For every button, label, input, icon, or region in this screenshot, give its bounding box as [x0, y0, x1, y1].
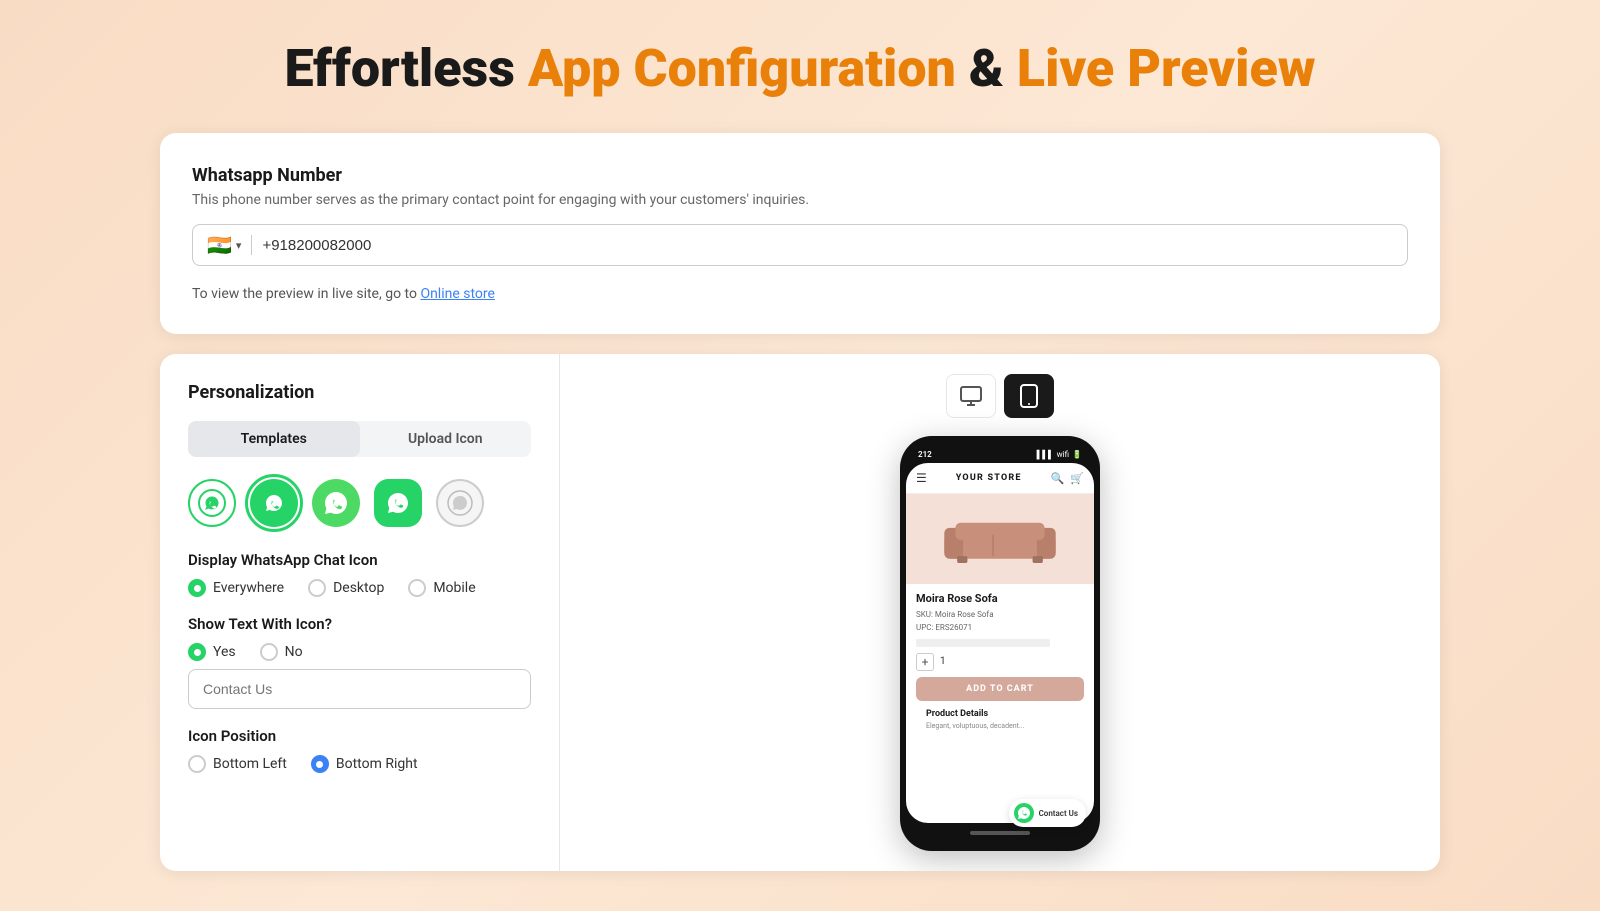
product-details-title: Product Details: [926, 709, 1074, 719]
desktop-toggle-btn[interactable]: [946, 374, 996, 418]
display-everywhere-label: Everywhere: [213, 580, 284, 596]
radio-bottom-right: [311, 755, 329, 773]
radio-everywhere: [188, 579, 206, 597]
show-text-yes[interactable]: Yes: [188, 643, 236, 661]
show-text-options: Yes No: [188, 643, 531, 661]
position-bottom-right[interactable]: Bottom Right: [311, 755, 418, 773]
battery-icon: 🔋: [1072, 450, 1082, 459]
wa-icon-2[interactable]: [250, 479, 298, 527]
home-indicator: [970, 831, 1030, 835]
device-toggle-row: [946, 374, 1054, 418]
phone-divider: [251, 235, 252, 255]
qty-minus-btn[interactable]: +: [916, 653, 934, 671]
wa-icon-1[interactable]: [188, 479, 236, 527]
position-bottom-left[interactable]: Bottom Left: [188, 755, 287, 773]
display-icon-label: Display WhatsApp Chat Icon: [188, 551, 531, 569]
bottom-section: Personalization Templates Upload Icon: [160, 354, 1440, 871]
cart-nav-icon: 🛒: [1070, 472, 1084, 485]
flag-emoji: 🇮🇳: [207, 233, 232, 257]
product-sku: SKU: Moira Rose Sofa UPC: ERS26071: [916, 609, 1084, 635]
phone-input-container: 🇮🇳 ▾: [192, 224, 1408, 266]
product-info: Moira Rose Sofa SKU: Moira Rose Sofa UPC…: [906, 584, 1094, 738]
position-bottom-left-label: Bottom Left: [213, 756, 287, 772]
whatsapp-float-button[interactable]: Contact Us: [1009, 799, 1086, 827]
preview-link-text: To view the preview in live site, go to: [192, 286, 417, 302]
chevron-down-icon: ▾: [236, 239, 242, 252]
show-text-no[interactable]: No: [260, 643, 303, 661]
store-nav-icons: 🔍 🛒: [1051, 472, 1084, 485]
product-name: Moira Rose Sofa: [916, 592, 1084, 605]
preview-link-row: To view the preview in live site, go to …: [192, 286, 1408, 302]
display-option-desktop[interactable]: Desktop: [308, 579, 384, 597]
wa-icon-5[interactable]: [436, 479, 484, 527]
icon-position-options: Bottom Left Bottom Right: [188, 755, 531, 773]
icon-position-label: Icon Position: [188, 727, 531, 745]
display-option-mobile[interactable]: Mobile: [408, 579, 475, 597]
title-part3: &: [969, 38, 1004, 99]
online-store-link[interactable]: Online store: [420, 286, 495, 302]
wa-icon-3[interactable]: [312, 479, 360, 527]
tab-templates[interactable]: Templates: [188, 421, 360, 457]
product-details-text: Elegant, voluptuous, decadent...: [926, 722, 1074, 730]
live-preview-panel: 212 ▌▌▌ wifi 🔋 ☰ YOUR STORE 🔍 🛒: [560, 354, 1440, 871]
tabs-row: Templates Upload Icon: [188, 421, 531, 457]
whatsapp-section-desc: This phone number serves as the primary …: [192, 192, 1408, 208]
radio-bottom-left: [188, 755, 206, 773]
show-text-yes-label: Yes: [213, 644, 236, 660]
display-icon-group: Display WhatsApp Chat Icon Everywhere De…: [188, 551, 531, 597]
whatsapp-icons-row: [188, 479, 531, 527]
whatsapp-number-card: Whatsapp Number This phone number serves…: [160, 133, 1440, 334]
add-to-cart-btn[interactable]: ADD TO CART: [916, 677, 1084, 701]
search-nav-icon: 🔍: [1051, 472, 1065, 485]
show-text-group: Show Text With Icon? Yes No: [188, 615, 531, 709]
page-title: Effortless App Configuration & Live Prev…: [284, 40, 1315, 97]
radio-desktop: [308, 579, 326, 597]
title-part1: Effortless: [284, 38, 514, 99]
product-details-section: Product Details Elegant, voluptuous, dec…: [916, 709, 1084, 730]
wa-float-icon: [1014, 803, 1034, 823]
tab-upload-icon[interactable]: Upload Icon: [360, 421, 532, 457]
phone-number-input[interactable]: [262, 237, 1393, 254]
title-part2: App Configuration: [528, 38, 956, 99]
radio-no: [260, 643, 278, 661]
phone-status-time: 212: [918, 450, 932, 459]
phone-screen: ☰ YOUR STORE 🔍 🛒: [906, 463, 1094, 823]
personalization-title: Personalization: [188, 382, 531, 403]
personalization-panel: Personalization Templates Upload Icon: [160, 354, 560, 871]
product-image: [906, 494, 1094, 584]
signal-icon: ▌▌▌: [1037, 450, 1054, 459]
store-title: YOUR STORE: [956, 473, 1022, 483]
whatsapp-section-title: Whatsapp Number: [192, 165, 1408, 186]
product-price-placeholder: [916, 639, 1050, 647]
radio-yes: [188, 643, 206, 661]
hamburger-icon: ☰: [916, 471, 927, 485]
wa-float-text: Contact Us: [1039, 809, 1078, 818]
mobile-toggle-btn[interactable]: [1004, 374, 1054, 418]
store-nav: ☰ YOUR STORE 🔍 🛒: [906, 463, 1094, 494]
wifi-icon: wifi: [1057, 450, 1069, 459]
product-qty-row: + 1: [916, 653, 1084, 671]
position-bottom-right-label: Bottom Right: [336, 756, 418, 772]
phone-mockup: 212 ▌▌▌ wifi 🔋 ☰ YOUR STORE 🔍 🛒: [900, 436, 1100, 851]
show-text-no-label: No: [285, 644, 303, 660]
display-desktop-label: Desktop: [333, 580, 384, 596]
contact-text-input[interactable]: [188, 669, 531, 709]
show-text-label: Show Text With Icon?: [188, 615, 531, 633]
title-part4: Live Preview: [1017, 38, 1316, 99]
qty-value: 1: [940, 656, 946, 667]
radio-mobile: [408, 579, 426, 597]
display-option-everywhere[interactable]: Everywhere: [188, 579, 284, 597]
country-select[interactable]: 🇮🇳 ▾: [207, 233, 241, 257]
display-icon-options: Everywhere Desktop Mobile: [188, 579, 531, 597]
icon-position-group: Icon Position Bottom Left Bottom Right: [188, 727, 531, 773]
wa-icon-4[interactable]: [374, 479, 422, 527]
display-mobile-label: Mobile: [433, 580, 475, 596]
